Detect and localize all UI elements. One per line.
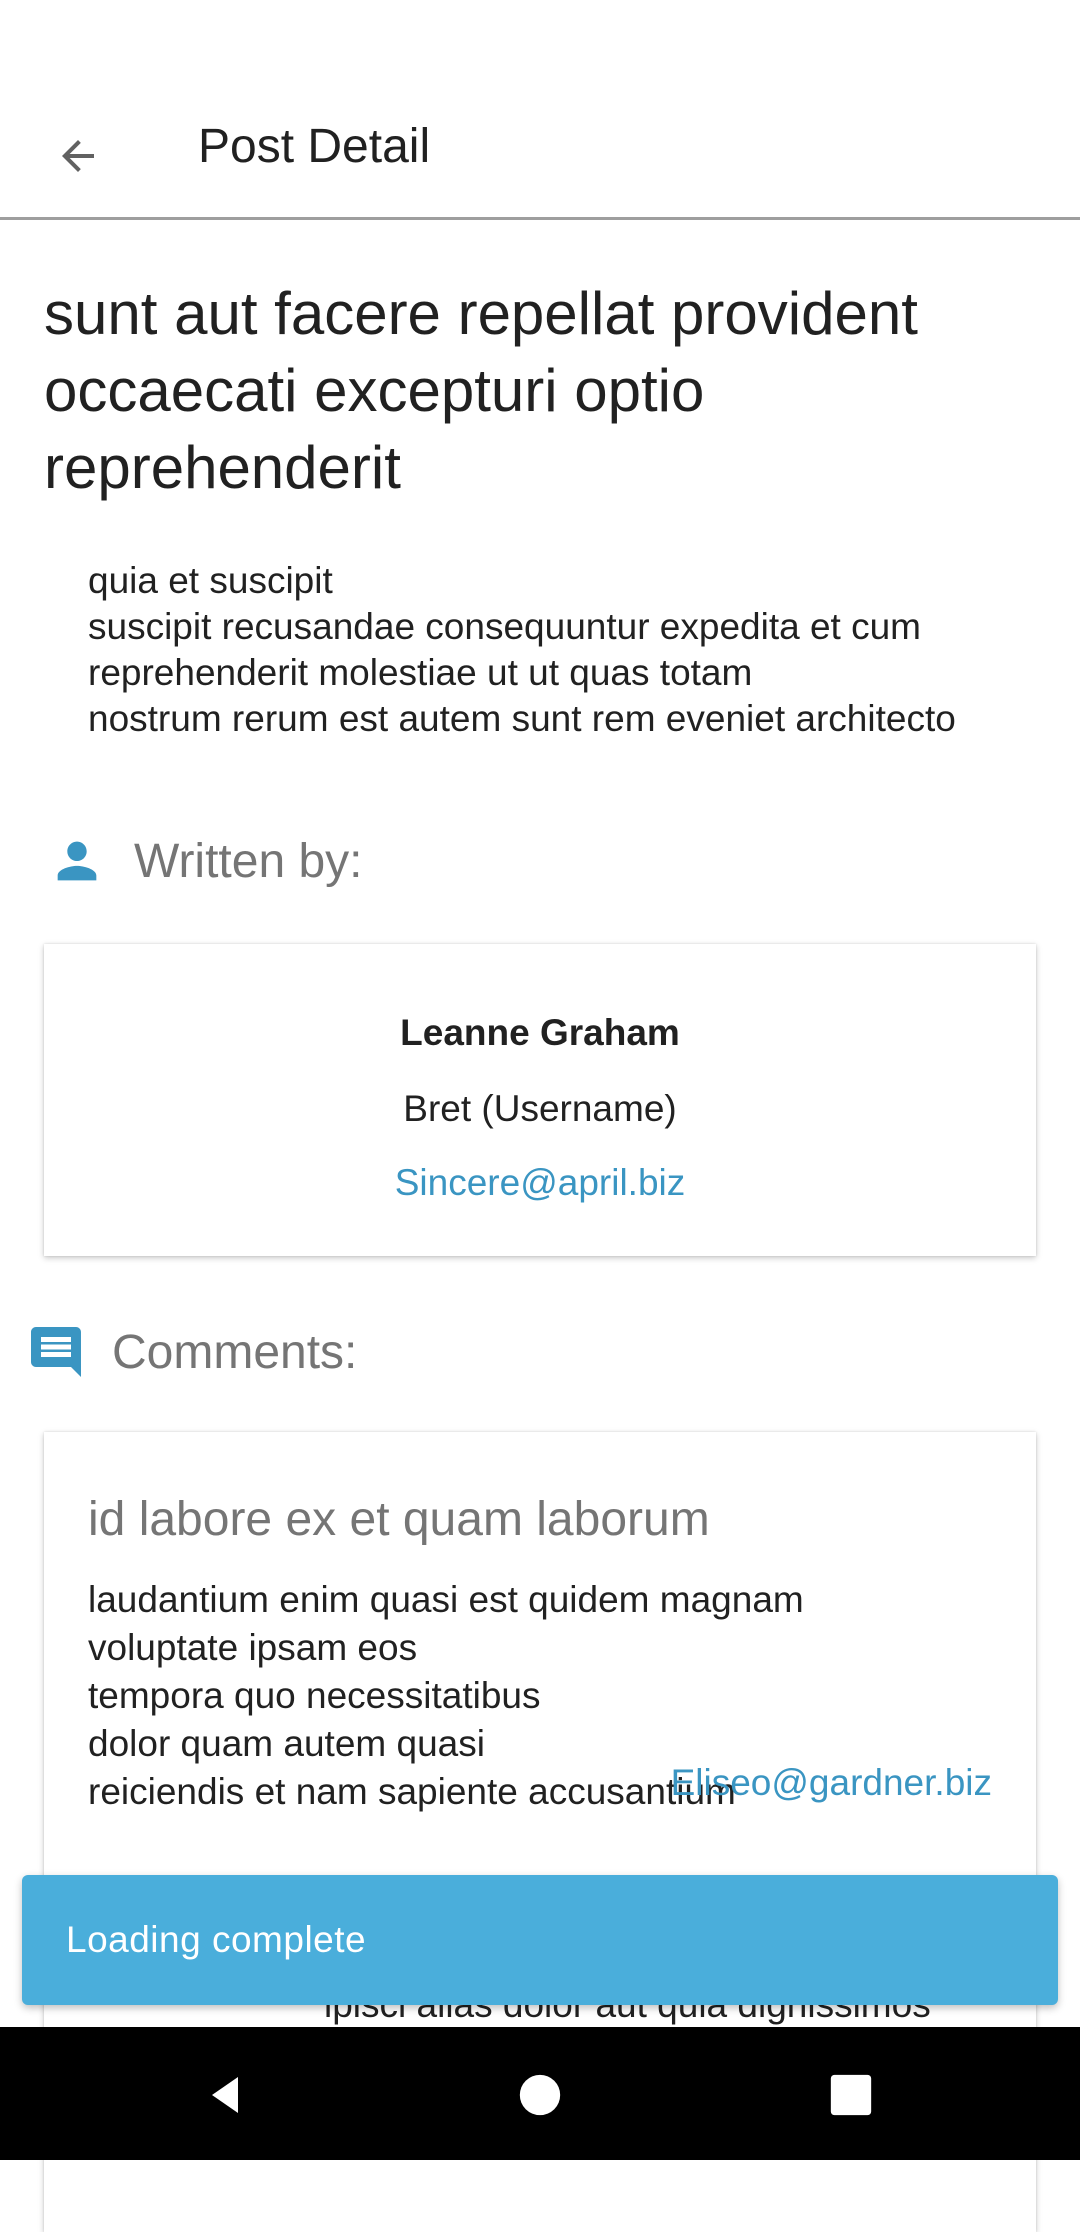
snackbar: Loading complete <box>22 1875 1058 2005</box>
comments-header: Comments: <box>26 1322 357 1382</box>
nav-recents-button[interactable] <box>813 2057 889 2133</box>
back-button[interactable] <box>30 108 126 204</box>
snackbar-message: Loading complete <box>66 1919 367 1960</box>
comment-title: id labore ex et quam laborum <box>88 1493 710 1546</box>
comment-icon <box>31 1327 81 1377</box>
arrow-back-icon <box>62 140 94 172</box>
triangle-back-icon <box>212 2077 238 2113</box>
post-body: quia et suscipit suscipit recusandae con… <box>88 560 956 739</box>
author-username: Bret (Username) <box>403 1088 677 1129</box>
nav-back-button[interactable] <box>188 2057 264 2133</box>
written-by-label: Written by: <box>134 834 363 888</box>
app-bar: Post Detail <box>0 63 1080 220</box>
author-name: Leanne Graham <box>400 1012 680 1053</box>
system-nav-bar <box>0 2027 1080 2160</box>
author-email-link[interactable]: Sincere@april.biz <box>44 1162 1036 1204</box>
comments-label: Comments: <box>112 1325 358 1379</box>
status-bar <box>0 0 1080 63</box>
written-by-header: Written by: <box>48 832 363 890</box>
page-title: Post Detail <box>198 120 431 173</box>
post-title: sunt aut facere repellat provident occae… <box>44 280 918 501</box>
comment-email-link[interactable]: Eliseo@gardner.biz <box>671 1762 992 1804</box>
square-recents-icon <box>830 2074 872 2116</box>
author-card: Leanne Graham Bret (Username) Sincere@ap… <box>44 944 1036 1256</box>
circle-home-icon <box>519 2074 561 2116</box>
person-icon <box>57 841 97 881</box>
nav-home-button[interactable] <box>502 2057 578 2133</box>
